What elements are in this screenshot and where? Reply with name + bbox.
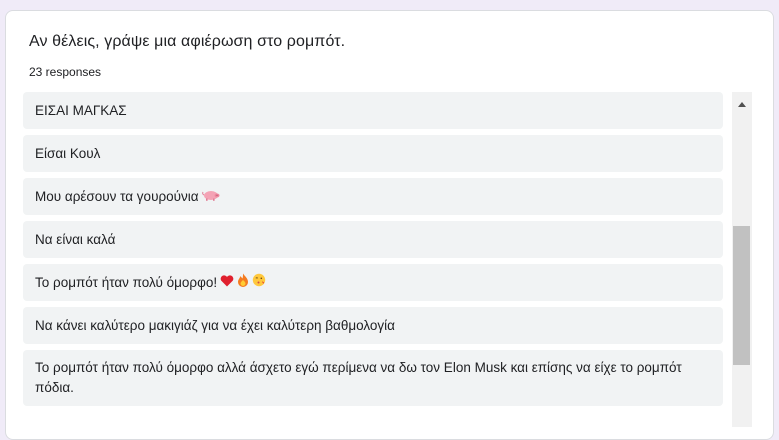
- responses-list: ΕΙΣΑΙ ΜΑΓΚΑΣ Είσαι Κουλ Μου αρέσουν τα γ…: [23, 92, 723, 412]
- response-text: Είσαι Κουλ: [35, 145, 101, 161]
- kissing-face-icon: [252, 273, 266, 293]
- response-item: Το ρομπότ ήταν πολύ όμορφο!: [23, 264, 723, 301]
- response-text: Να είναι καλά: [35, 231, 116, 247]
- response-item: ΕΙΣΑΙ ΜΑΓΚΑΣ: [23, 92, 723, 129]
- response-item: Μου αρέσουν τα γουρούνια: [23, 178, 723, 215]
- response-item: Το ρομπότ ήταν πολύ όμορφο αλλά άσχετο ε…: [23, 350, 723, 406]
- question-title: Αν θέλεις, γράψε μια αφιέρωση στο ρομπότ…: [29, 33, 346, 50]
- response-text: ΕΙΣΑΙ ΜΑΓΚΑΣ: [35, 102, 127, 118]
- response-item: Είσαι Κουλ: [23, 135, 723, 172]
- fire-icon: [237, 273, 249, 293]
- heart-icon: [220, 273, 234, 293]
- response-item: Να είναι καλά: [23, 221, 723, 258]
- scrollbar[interactable]: [732, 92, 752, 427]
- pig-icon: [201, 187, 220, 207]
- responses-count: 23 responses: [29, 65, 102, 79]
- response-text: Το ρομπότ ήταν πολύ όμορφο αλλά άσχετο ε…: [35, 360, 682, 395]
- response-item: Να κάνει καλύτερο μακιγιάζ για να έχει κ…: [23, 307, 723, 344]
- response-text: Το ρομπότ ήταν πολύ όμορφο!: [35, 274, 218, 290]
- response-text: Μου αρέσουν τα γουρούνια: [35, 188, 199, 204]
- scroll-up-arrow-icon[interactable]: [738, 102, 746, 107]
- scroll-thumb[interactable]: [733, 226, 750, 365]
- response-text: Να κάνει καλύτερο μακιγιάζ για να έχει κ…: [35, 317, 395, 333]
